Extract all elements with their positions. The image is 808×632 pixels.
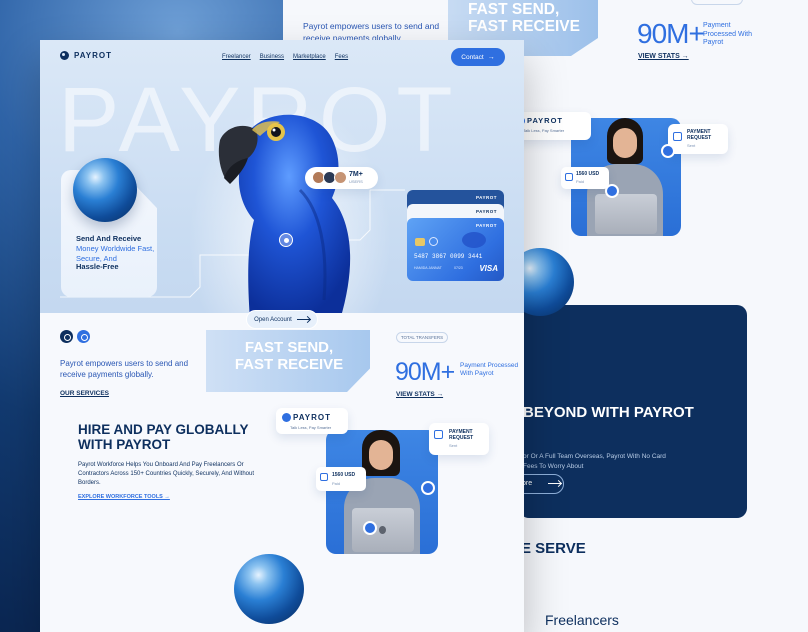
arrow-right-icon bbox=[296, 319, 310, 320]
back-beyond-title: BEYOND WITH PAYROT bbox=[523, 404, 694, 421]
back-payment-request-card: PAYMENT REQUEST Sent bbox=[668, 124, 728, 154]
back-view-stats-link[interactable]: VIEW STATS → bbox=[638, 53, 689, 60]
paid-value: 1560 USD bbox=[332, 472, 356, 478]
contactless-icon bbox=[429, 237, 438, 246]
woman-photo bbox=[326, 430, 438, 554]
wallet-icon bbox=[320, 473, 328, 481]
credit-card: PAYROT 5487 3867 0099 3441 HAMIDA JANNAT… bbox=[407, 218, 504, 281]
laptop-image bbox=[352, 508, 414, 552]
card-chip-icon bbox=[415, 238, 425, 246]
stat-caption: Payment Processed With Payrot bbox=[460, 362, 519, 377]
globe-icon[interactable] bbox=[60, 330, 73, 343]
check-icon bbox=[421, 481, 435, 495]
arrow-right-icon bbox=[548, 482, 562, 484]
parrot-mini-icon bbox=[462, 232, 486, 248]
wallet-icon bbox=[565, 173, 573, 181]
back-paid-card: 1560 USD Paid bbox=[561, 167, 609, 189]
card-network: VISA bbox=[479, 264, 498, 273]
shield-icon bbox=[434, 430, 443, 439]
users-pill: 7M+ USERS bbox=[305, 167, 378, 189]
woman-face bbox=[369, 440, 393, 470]
back-total-transfers-pill bbox=[691, 0, 743, 5]
users-value: 7M+ bbox=[349, 171, 363, 178]
workforce-desc: Payrot Workforce Helps You Onboard And P… bbox=[78, 462, 255, 486]
card-expiry: 07/23 bbox=[454, 266, 463, 270]
avatar bbox=[334, 171, 347, 184]
send-title: Send And Receive bbox=[76, 234, 142, 243]
card-back-dark-brand: PAYROT bbox=[475, 195, 497, 200]
card-icon[interactable] bbox=[77, 330, 90, 343]
stat-value: 90M+ bbox=[395, 358, 455, 386]
explore-workforce-link[interactable]: EXPLORE WORKFORCE TOOLS → bbox=[78, 494, 170, 500]
back-serve-title: E SERVE bbox=[521, 540, 586, 557]
paid-sub: Paid bbox=[332, 481, 341, 486]
back-freelancers-label: Freelancers bbox=[545, 612, 619, 628]
back-paid-value: 1560 USD bbox=[576, 171, 600, 177]
our-services-link[interactable]: OUR SERVICES bbox=[60, 390, 109, 397]
check-icon bbox=[605, 184, 619, 198]
back-logo-sub: Talk Less, Pay Smarter bbox=[523, 128, 565, 133]
users-caption: USERS bbox=[349, 179, 363, 184]
back-payreq-title: PAYMENT REQUEST bbox=[687, 129, 712, 141]
shield-icon bbox=[673, 132, 682, 141]
back-stat-value: 90M+ bbox=[637, 18, 705, 49]
workforce-title: HIRE AND PAY GLOBALLY WITH PAYROT bbox=[78, 422, 249, 452]
back-payreq-sub: Sent bbox=[687, 143, 696, 148]
globe-image bbox=[73, 158, 137, 222]
front-page-mockup: PAYROT PAYROT Freelancer Business Market… bbox=[40, 40, 524, 632]
workforce-logo-chip: PAYROT Talk Less, Pay Smarter bbox=[276, 408, 348, 434]
back-paid-sub: Paid bbox=[576, 179, 585, 184]
card-back-light-brand: PAYROT bbox=[475, 209, 497, 214]
payreq-sub: Sent bbox=[449, 443, 458, 448]
check-icon bbox=[661, 144, 675, 158]
target-dot-icon bbox=[279, 233, 293, 247]
card-holder: HAMIDA JANNAT bbox=[414, 266, 442, 270]
payreq-title: PAYMENT REQUEST bbox=[449, 429, 474, 441]
hero-tagline: Payrot empowers users to send and receiv… bbox=[60, 359, 189, 379]
view-stats-link[interactable]: VIEW STATS → bbox=[396, 391, 443, 398]
payrot-logo-icon bbox=[282, 413, 291, 422]
paid-card: 1560 USD Paid bbox=[316, 467, 366, 491]
total-transfers-pill: TOTAL TRANSFERS bbox=[396, 332, 448, 343]
back-logo-brand: PAYROT bbox=[527, 116, 564, 125]
workforce-logo-sub: Talk Less, Pay Smarter bbox=[290, 425, 332, 430]
check-icon bbox=[363, 521, 377, 535]
card-number: 5487 3867 0099 3441 bbox=[414, 253, 483, 260]
open-account-label: Open Account bbox=[254, 316, 292, 323]
fast-send-text: FAST SEND, FAST RECEIVE bbox=[234, 339, 344, 373]
open-account-button[interactable]: Open Account bbox=[246, 310, 318, 329]
card-brand: PAYROT bbox=[475, 223, 497, 228]
workforce-logo-brand: PAYROT bbox=[293, 413, 332, 422]
parrot-image bbox=[218, 114, 351, 320]
send-line: Money Worldwide Fast, Secure, And bbox=[76, 244, 155, 263]
globe-image-bottom bbox=[234, 554, 304, 624]
back-stat-caption: Payment Processed With Payrot bbox=[703, 22, 753, 46]
back-beyond-text: or Or A Full Team Overseas, Payrot With … bbox=[523, 453, 666, 470]
payment-request-card: PAYMENT REQUEST Sent bbox=[429, 423, 489, 455]
send-bold: Hassle-Free bbox=[76, 262, 119, 271]
